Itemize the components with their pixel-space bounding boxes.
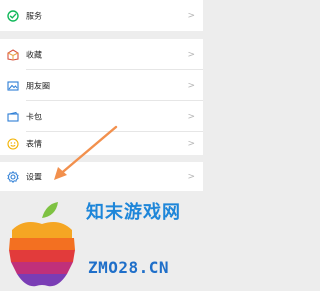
- chevron-right-icon: >: [187, 138, 195, 149]
- menu-item-moments-label: 朋友圈: [26, 81, 50, 90]
- chevron-right-icon: >: [187, 111, 195, 122]
- chevron-right-icon: >: [187, 80, 195, 91]
- apple-logo-icon: [9, 202, 75, 287]
- menu-item-favorites[interactable]: 收藏 >: [0, 39, 203, 70]
- services-group: 服务 >: [0, 0, 203, 31]
- favorites-icon: [7, 48, 19, 61]
- chevron-right-icon: >: [187, 49, 195, 60]
- card-wallet-icon: [7, 111, 19, 123]
- watermark-title: 知末游戏网: [86, 202, 181, 223]
- watermark-url: ZMO28.CN: [88, 258, 170, 277]
- menu-item-services[interactable]: 服务 >: [0, 0, 203, 31]
- photo-icon: [7, 80, 19, 92]
- menu-item-cards-label: 卡包: [26, 112, 42, 121]
- chevron-right-icon: >: [187, 171, 195, 182]
- menu-item-stickers-label: 表情: [26, 139, 42, 148]
- gear-icon: [7, 170, 19, 183]
- chevron-right-icon: >: [187, 10, 195, 21]
- services-icon: [7, 9, 19, 22]
- menu-item-moments[interactable]: 朋友圈 >: [0, 70, 203, 101]
- menu-item-favorites-label: 收藏: [26, 50, 42, 59]
- menu-item-settings-label: 设置: [26, 172, 42, 181]
- annotation-arrow-icon: [54, 125, 118, 180]
- menu-item-services-label: 服务: [26, 11, 42, 20]
- smiley-icon: [7, 137, 19, 150]
